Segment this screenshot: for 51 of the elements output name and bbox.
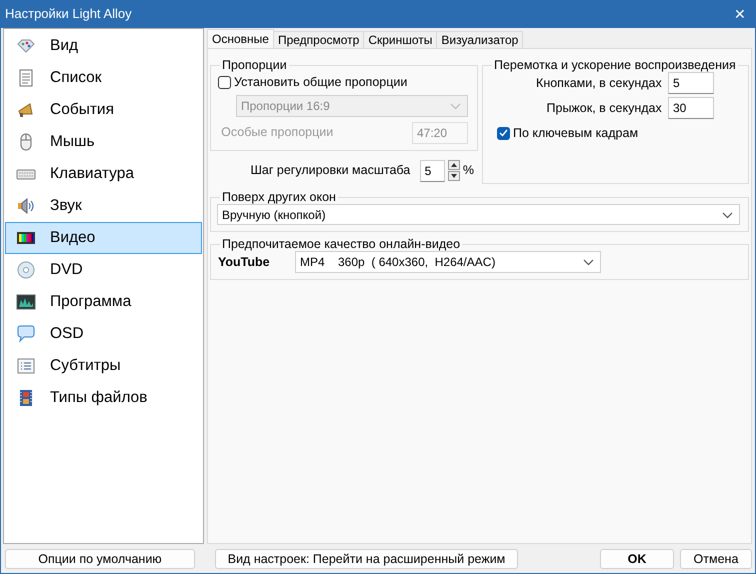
group-title: Поверх других окон — [221, 190, 337, 204]
field-label: Особые пропорции — [220, 124, 334, 142]
sidebar-item[interactable]: OSD — [5, 318, 202, 350]
list-icon — [16, 356, 36, 376]
sidebar-item[interactable]: Видео — [5, 222, 202, 254]
spin-up-button[interactable] — [448, 160, 460, 170]
sidebar-item[interactable]: Клавиатура — [5, 158, 202, 190]
sidebar-item[interactable]: Список — [5, 62, 202, 94]
sidebar-item[interactable]: Типы файлов — [5, 382, 202, 414]
caret-icon — [722, 212, 733, 219]
tab[interactable]: Основные — [207, 29, 274, 48]
field-label: YouTube — [218, 254, 271, 271]
unit-label: % — [462, 162, 474, 180]
dropdown[interactable]: Вручную (кнопкой) — [217, 204, 740, 225]
input-field[interactable]: 5 — [420, 160, 445, 182]
sidebar-item[interactable]: Вид — [5, 30, 202, 62]
dialog-button[interactable]: Вид настроек: Перейти на расширенный режим — [214, 549, 518, 569]
checkbox-label[interactable]: Установить общие пропорции — [234, 73, 408, 92]
field-label: Прыжок, в секундах — [546, 100, 662, 117]
dropdown[interactable]: MP4 360p ( 640x360, H264/AAC) — [295, 251, 601, 273]
checkbox[interactable] — [497, 126, 510, 140]
close-button[interactable]: ✕ — [725, 0, 755, 28]
tab[interactable]: Визуализатор — [436, 31, 524, 48]
dialog-button[interactable]: OK — [600, 549, 674, 569]
caret-icon — [450, 103, 461, 110]
sidebar-item[interactable]: Звук — [5, 190, 202, 222]
window-title: Настройки Light Alloy — [5, 5, 132, 24]
speech-bubble-icon — [16, 324, 36, 344]
spin-down-button[interactable] — [448, 171, 460, 182]
disc-icon — [16, 260, 36, 280]
group-title: Предпочитаемое качество онлайн-видео — [221, 237, 462, 251]
caret-icon — [583, 259, 594, 266]
chart-icon — [16, 292, 36, 312]
field-label: Кнопками, в секундах — [536, 74, 662, 92]
checkbox[interactable] — [218, 76, 231, 89]
sidebar-item[interactable]: События — [5, 94, 202, 126]
speaker-icon — [16, 196, 36, 216]
tab[interactable]: Скриншоты — [363, 31, 438, 48]
input-field[interactable]: 30 — [668, 97, 714, 119]
input-field[interactable]: 5 — [668, 72, 714, 94]
dialog-button[interactable]: Опции по умолчанию — [5, 549, 195, 569]
sidebar-item[interactable]: Мышь — [5, 126, 202, 158]
field-label: Шаг регулировки масштаба — [250, 162, 410, 180]
group-title: Пропорции — [221, 58, 288, 72]
sidebar-item[interactable]: Программа — [5, 286, 202, 318]
dialog-button[interactable]: Отмена — [680, 549, 752, 569]
sidebar-item[interactable]: Субтитры — [5, 350, 202, 382]
tab[interactable]: Предпросмотр — [272, 31, 364, 48]
checkbox-label[interactable]: По ключевым кадрам — [513, 124, 638, 143]
sidebar-item[interactable]: DVD — [5, 254, 202, 286]
group-title: Перемотка и ускорение воспроизведения — [493, 58, 737, 72]
